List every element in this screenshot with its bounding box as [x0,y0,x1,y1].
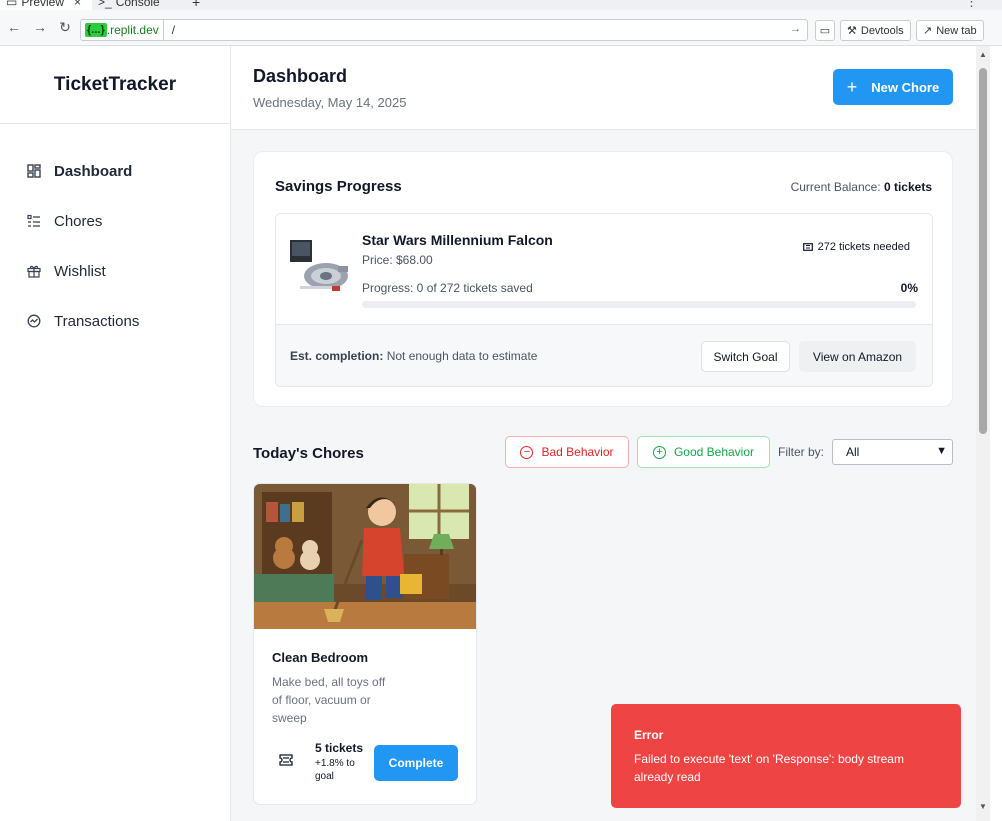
error-toast[interactable]: Error Failed to execute 'text' on 'Respo… [611,704,961,808]
new-tab-button[interactable]: ↗ New tab [916,20,984,41]
more-options-icon[interactable]: ⋮ [965,0,978,10]
chore-goal-percent: +1.8% to goal [315,758,355,782]
goal-name: Star Wars Millennium Falcon [362,232,553,248]
reload-icon[interactable]: ↻ [57,19,73,36]
browser-nav-bar: ← → ↻ {...} .replit.dev / → ▭ ⚒ Devtools… [0,10,1002,46]
devtools-button[interactable]: ⚒ Devtools [840,20,911,41]
sidebar-item-transactions[interactable]: Transactions [0,296,230,346]
est-value: Not enough data to estimate [386,349,538,363]
tab-console[interactable]: >_ Console [98,0,184,10]
savings-goal: Star Wars Millennium Falcon Price: $68.0… [275,213,933,387]
goal-details: Star Wars Millennium Falcon Price: $68.0… [276,214,932,324]
brand-logo[interactable]: TicketTracker [0,46,230,124]
savings-progress-card: Savings Progress Current Balance: 0 tick… [253,151,953,407]
progress-text: Progress: 0 of 272 tickets saved [362,281,533,295]
new-chore-button[interactable]: + New Chore [833,69,953,105]
tickets-needed: 272 tickets needed [802,241,910,253]
savings-title: Savings Progress [275,178,402,195]
wrench-icon: ⚒ [847,25,857,37]
todays-chores-title: Today's Chores [253,445,364,462]
product-image [290,240,348,291]
ticket-icon [279,754,293,766]
sidebar: TicketTracker Dashboard Chores Wishlist … [0,46,231,821]
est-label: Est. completion: [290,349,384,363]
screen-toggle-button[interactable]: ▭ [815,20,835,41]
url-divider [162,19,164,41]
balance-value: 0 tickets [883,180,932,194]
plus-icon: + [846,76,858,97]
page-date: Wednesday, May 14, 2025 [253,95,407,110]
scrollbar-thumb[interactable] [979,68,987,434]
dashboard-icon [26,163,42,179]
page-header: Dashboard Wednesday, May 14, 2025 + New … [231,46,976,130]
plus-circle-icon: + [652,445,666,459]
chore-illustration [254,484,476,629]
balance-label: Current Balance: [790,180,881,194]
complete-button[interactable]: Complete [374,745,458,781]
chore-description: Make bed, all toys off of floor, vacuum … [272,675,386,725]
good-behavior-label: Good Behavior [673,445,755,459]
url-path: / [171,23,176,37]
list-icon [26,213,42,229]
url-bar[interactable]: {...} .replit.dev / → [80,19,808,41]
progress-bar [362,301,916,308]
toast-title: Error [634,728,664,742]
sidebar-item-chores[interactable]: Chores [0,196,230,246]
toast-message: Failed to execute 'text' on 'Response': … [634,752,904,784]
sidebar-item-dashboard[interactable]: Dashboard [0,146,230,196]
minus-circle-icon: − [520,445,534,459]
estimated-completion: Est. completion: Not enough data to esti… [290,349,537,363]
progress-percent: 0% [900,281,918,295]
monitor-icon: ▭ [819,25,831,37]
chore-tickets: 5 tickets [315,741,364,755]
tickets-needed-label: 272 tickets needed [817,241,910,253]
back-arrow-icon[interactable]: ← [6,19,22,35]
ticket-icon [802,243,813,251]
scrollbar[interactable]: ▲ ▼ [976,46,990,821]
browser-tab-bar: ▭ Preview × >_ Console + ⋮ [0,0,1002,10]
url-host-badge: {...} [85,23,107,37]
chevron-down-icon: ▼ [936,445,947,457]
go-arrow-icon[interactable]: → [790,23,801,35]
current-balance: Current Balance: 0 tickets [791,180,932,194]
terminal-icon: >_ [98,0,112,9]
url-domain: .replit.dev [106,23,159,37]
chore-name: Clean Bedroom [272,650,369,665]
devtools-label: Devtools [860,24,904,37]
monitor-icon: ▭ [6,0,18,9]
filter-selected-value: All [846,445,860,459]
switch-goal-button[interactable]: Switch Goal [701,341,790,372]
goal-footer: Est. completion: Not enough data to esti… [276,324,932,386]
sidebar-nav: Dashboard Chores Wishlist Transactions [0,124,230,346]
good-behavior-button[interactable]: + Good Behavior [637,436,770,468]
sidebar-item-label: Wishlist [54,262,106,280]
new-tab-icon[interactable]: + [192,0,200,10]
scroll-down-icon[interactable]: ▼ [979,802,987,811]
sidebar-item-label: Dashboard [54,162,133,180]
filter-select[interactable]: All ▼ [832,439,953,465]
new-chore-label: New Chore [871,79,940,95]
new-tab-label: New tab [936,24,977,37]
page-title: Dashboard [253,66,348,86]
sidebar-item-label: Chores [54,212,103,230]
close-icon[interactable]: × [74,0,81,9]
tab-label: Preview [21,0,65,9]
sidebar-item-label: Transactions [54,312,140,330]
goal-price: Price: $68.00 [362,253,433,267]
tab-preview[interactable]: ▭ Preview × [0,0,92,10]
chore-card: Clean Bedroom Make bed, all toys off of … [253,483,477,805]
external-link-icon: ↗ [923,25,933,37]
gift-icon [26,263,42,279]
filter-label: Filter by: [778,445,825,459]
sidebar-item-wishlist[interactable]: Wishlist [0,246,230,296]
forward-arrow-icon[interactable]: → [32,19,48,35]
scroll-up-icon[interactable]: ▲ [979,50,987,59]
bad-behavior-label: Bad Behavior [541,445,614,459]
bad-behavior-button[interactable]: − Bad Behavior [505,436,629,468]
activity-icon [26,313,42,329]
view-on-amazon-button[interactable]: View on Amazon [799,341,916,372]
tab-label: Console [115,0,160,9]
